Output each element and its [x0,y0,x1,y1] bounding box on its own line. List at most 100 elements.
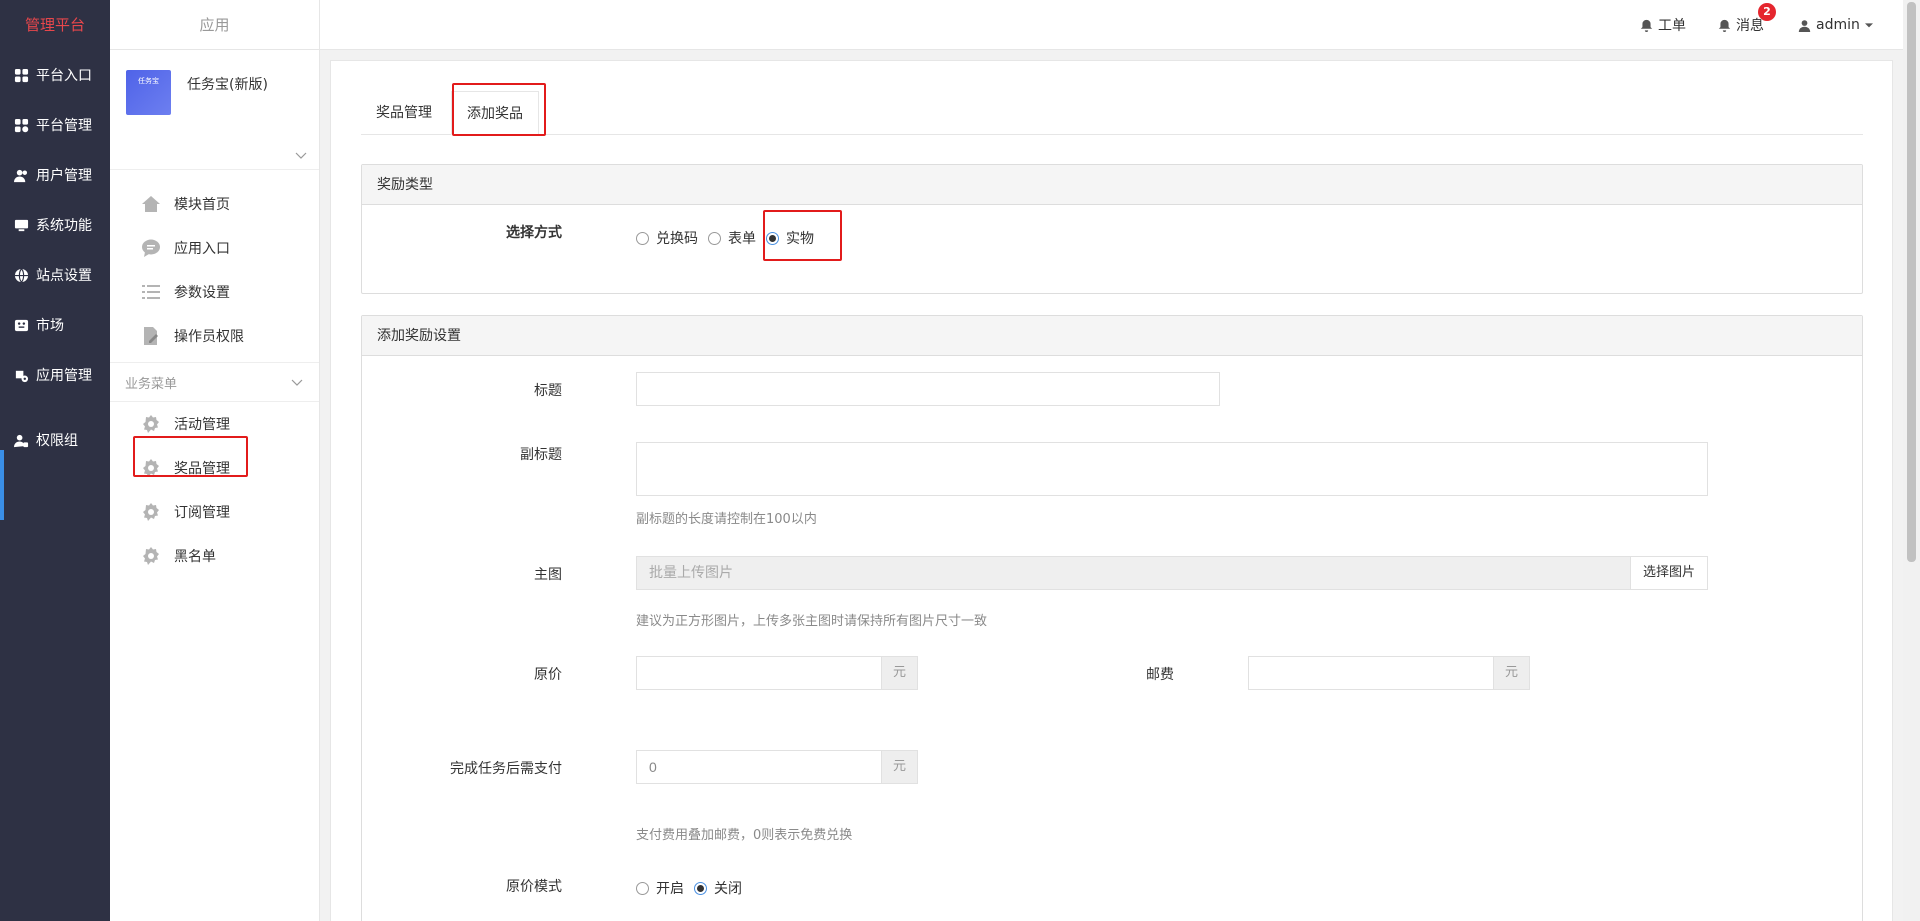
postage-unit: 元 [1493,657,1529,689]
chevron-down-icon[interactable] [295,149,307,161]
nav-item-platform-manage[interactable]: 平台管理 [0,100,110,150]
nav-item-permission-group[interactable]: 权限组 [0,415,110,465]
menu-item-blacklist[interactable]: 黑名单 [110,534,319,578]
home-icon [140,193,162,215]
reward-type-options: 兑换码 表单 实物 [636,228,824,248]
postage-input-group: 元 [1248,656,1530,690]
tab-add-prize[interactable]: 添加奖品 [451,91,539,135]
nav-item-user-manage[interactable]: 用户管理 [0,150,110,200]
price-label: 原价 [534,667,562,683]
bell-icon [1640,19,1653,32]
globe-icon [12,266,30,284]
caret-down-icon [1864,23,1873,28]
radio-mode-on[interactable]: 开启 [636,878,684,898]
subtitle-textarea[interactable] [636,442,1708,496]
radio-dot [708,231,721,245]
menu-label: 模块首页 [174,197,230,213]
nav-label: 平台管理 [36,118,92,134]
radio-mode-off[interactable]: 关闭 [694,878,742,898]
price-input[interactable] [637,657,877,689]
image-help: 建议为正方形图片，上传多张主图时请保持所有图片尺寸一致 [636,614,988,629]
menu-item-operator-permission[interactable]: 操作员权限 [110,314,319,358]
radio-physical[interactable]: 实物 [766,228,814,248]
main-nav: 管理平台 平台入口 平台管理 用户管理 系统功能 站点设置 市场 应用管理 权限… [0,0,110,921]
subtitle-label: 副标题 [520,447,562,463]
panel-title: 添加奖励设置 [362,316,1862,356]
menu-item-prize-manage[interactable]: 奖品管理 [110,446,319,490]
nav-label: 站点设置 [36,268,92,284]
pay-help: 支付费用叠加邮费，0则表示免费兑换 [636,828,853,843]
radio-dot [636,881,649,895]
select-method-label: 选择方式 [506,225,562,241]
nav-label: 用户管理 [36,168,92,184]
app-name: 任务宝(新版) [187,77,268,93]
user-lock-icon [12,431,30,449]
vertical-scrollbar[interactable] [1903,0,1920,921]
chat-icon [140,237,162,259]
menu-label: 应用入口 [174,241,230,257]
sub-sidebar: 应用 任务宝 任务宝(新版) 模块首页 应用入口 参数设置 操作员权限 业务菜单… [110,0,320,921]
monitor-icon [12,216,30,234]
users-icon [12,166,30,184]
scrollbar-thumb[interactable] [1907,2,1916,562]
radio-label: 关闭 [714,881,742,897]
market-icon [12,316,30,334]
messages-link[interactable]: 消息 2 [1718,0,1776,50]
menu-label: 订阅管理 [174,505,230,521]
grid-settings-icon [12,116,30,134]
message-count-badge: 2 [1758,3,1776,21]
radio-label: 表单 [728,231,756,247]
brand-title[interactable]: 管理平台 [0,0,110,50]
pay-input-group: 元 [636,750,918,784]
nav-item-app-manage[interactable]: 应用管理 [0,350,110,400]
menu-item-activity-manage[interactable]: 活动管理 [110,402,319,446]
image-upload-field[interactable]: 批量上传图片 选择图片 [636,556,1708,590]
business-menu-title: 业务菜单 [125,376,178,392]
gear-icon [140,457,162,479]
radio-label: 兑换码 [656,231,698,247]
gear-icon [140,545,162,567]
pay-input[interactable] [637,751,877,783]
user-icon [1798,19,1811,32]
gear-icon [140,501,162,523]
nav-label: 市场 [36,318,64,334]
subtitle-help: 副标题的长度请控制在100以内 [636,512,817,527]
app-logo: 任务宝 [126,70,171,115]
title-label: 标题 [534,383,562,399]
menu-label: 奖品管理 [174,461,230,477]
nav-item-system-function[interactable]: 系统功能 [0,200,110,250]
business-menu-header[interactable]: 业务菜单 [110,362,319,402]
tab-bar: 奖品管理 添加奖品 [361,91,1863,135]
title-input[interactable] [636,372,1220,406]
user-menu[interactable]: admin [1798,0,1873,50]
nav-item-platform-entry[interactable]: 平台入口 [0,50,110,100]
nav-label: 系统功能 [36,218,92,234]
menu-item-param-settings[interactable]: 参数设置 [110,270,319,314]
edit-document-icon [140,325,162,347]
nav-label: 平台入口 [36,68,92,84]
pay-unit: 元 [881,751,917,783]
main-panel: 奖品管理 添加奖品 奖励类型 选择方式 兑换码 表单 实物 添加奖励设置 标题 … [330,60,1893,921]
tab-prize-manage[interactable]: 奖品管理 [361,91,447,135]
menu-item-app-entry[interactable]: 应用入口 [110,226,319,270]
nav-label: 权限组 [36,433,78,449]
reward-type-panel: 奖励类型 选择方式 兑换码 表单 实物 [361,164,1863,294]
pay-label: 完成任务后需支付 [450,761,562,777]
radio-label: 实物 [786,231,814,247]
menu-item-subscription-manage[interactable]: 订阅管理 [110,490,319,534]
original-mode-options: 开启 关闭 [636,878,752,898]
menu-item-module-home[interactable]: 模块首页 [110,182,319,226]
radio-dot-checked [694,881,707,895]
nav-item-market[interactable]: 市场 [0,300,110,350]
chevron-down-icon [291,379,303,386]
radio-form[interactable]: 表单 [708,228,756,248]
gear-icon [140,413,162,435]
choose-image-button[interactable]: 选择图片 [1629,557,1707,589]
bell-icon [1718,19,1731,32]
workorder-link[interactable]: 工单 [1640,0,1686,50]
radio-redeem-code[interactable]: 兑换码 [636,228,698,248]
postage-input[interactable] [1249,657,1489,689]
app-card[interactable]: 任务宝 任务宝(新版) [110,50,319,170]
nav-item-site-settings[interactable]: 站点设置 [0,250,110,300]
price-input-group: 元 [636,656,918,690]
